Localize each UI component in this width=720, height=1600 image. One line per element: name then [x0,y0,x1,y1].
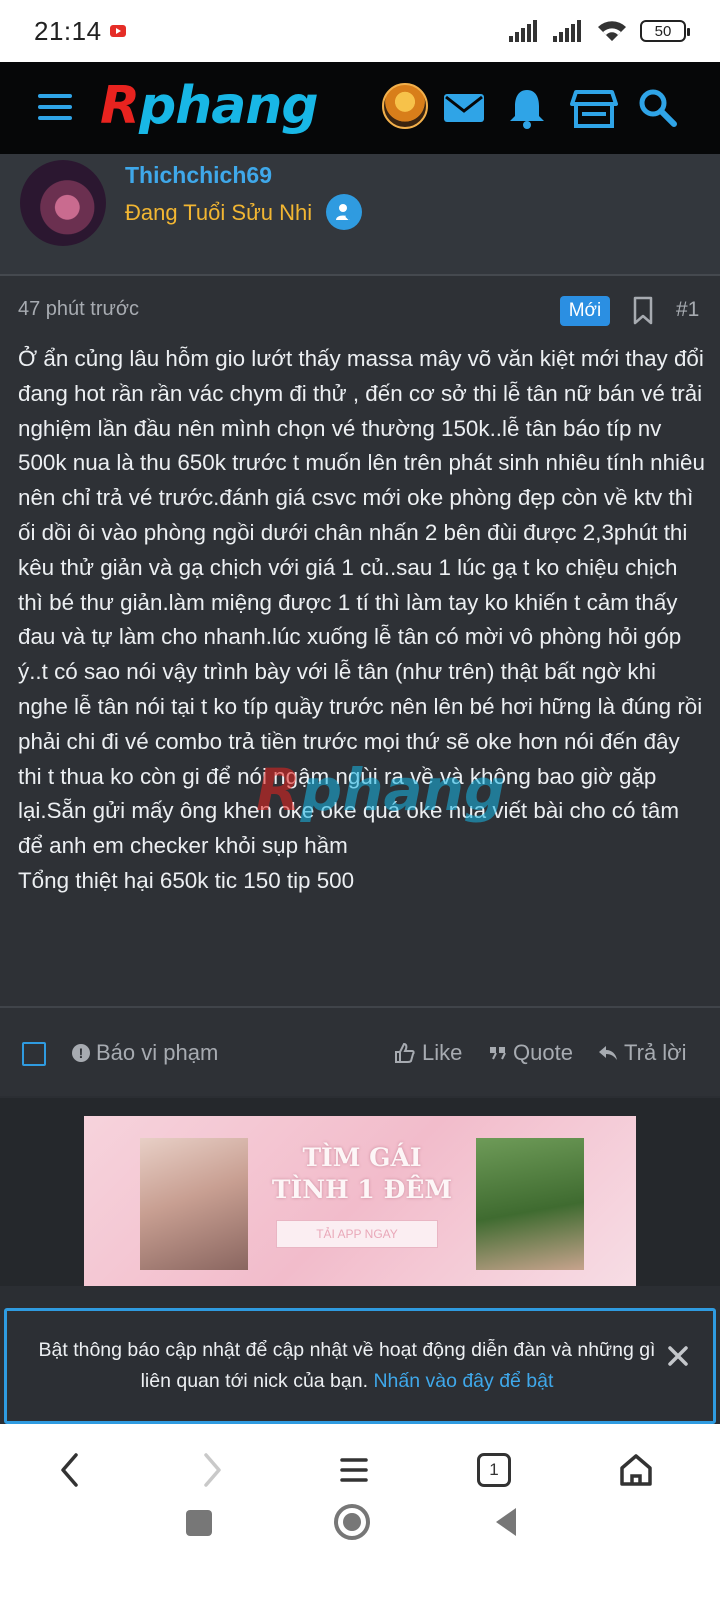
home-dot-icon [343,1513,361,1531]
select-checkbox[interactable] [22,1042,46,1066]
ad-title: TÌM GÁI TÌNH 1 ĐÊM [252,1142,472,1206]
notification-prompt: Bật thông báo cập nhật để cập nhật về ho… [4,1308,716,1424]
system-navigation-bar [0,1504,720,1600]
status-time: 21:14 [34,15,102,46]
like-button[interactable]: Like [394,1040,462,1066]
verified-icon [326,194,362,230]
battery-icon: 50 [640,20,690,42]
home-system-button[interactable] [334,1504,370,1540]
post: 47 phút trước Mới #1 Ở ẩn củng lâu hỗm g… [0,276,720,1096]
author-title: Đang Tuổi Sửu Nhi [125,200,313,225]
quote-label: Quote [513,1040,573,1065]
home-icon [620,1454,652,1486]
mail-icon[interactable] [440,84,488,132]
bell-icon[interactable] [503,84,551,132]
forward-button[interactable] [188,1446,236,1494]
ad-photo [476,1138,584,1270]
watermark-letter: R [256,756,301,824]
author-avatar[interactable] [20,160,106,246]
ad-title-line-2: TÌNH 1 ĐÊM [271,1175,453,1204]
post-number[interactable]: #1 [676,298,699,322]
ad-title-line-1: TÌM GÁI [302,1143,422,1172]
search-icon[interactable] [634,84,682,132]
status-bar: 21:14 50 [0,0,720,62]
thumbs-up-icon [395,1042,415,1063]
list-icon [340,1458,368,1482]
watermark-text: phang [300,756,506,824]
user-avatar[interactable] [382,83,428,129]
tabs-icon: 1 [477,1453,511,1487]
quote-button[interactable]: Quote [489,1040,573,1066]
quote-icon [490,1047,506,1060]
signal-icon-2 [553,20,581,42]
back-triangle-icon[interactable] [492,1506,520,1538]
youtube-notification-icon [109,25,126,37]
post-author-card: Thichchich69 Đang Tuổi Sửu Nhi [0,154,720,276]
post-time[interactable]: 47 phút trước [18,298,139,321]
logo-letter: R [100,76,140,136]
ad-banner[interactable]: TÌM GÁI TÌNH 1 ĐÊM TẢI APP NGAY [84,1116,636,1286]
back-button[interactable] [46,1446,94,1494]
logo-text: phang [139,76,319,136]
post-actions: ! Báo vi phạm Like Quote Trả lời [0,1010,720,1094]
notice-text: Bật thông báo cập nhật để cập nhật về ho… [27,1335,667,1397]
report-label: Báo vi phạm [96,1040,219,1065]
home-button[interactable] [612,1446,660,1494]
browser-toolbar: 1 [0,1424,720,1516]
report-button[interactable]: ! Báo vi phạm [72,1040,218,1066]
bookmark-icon[interactable] [632,296,654,326]
chevron-left-icon [61,1453,78,1487]
chevron-right-icon [204,1453,221,1487]
watermark-logo: Rphang [256,756,505,824]
recents-button[interactable] [186,1510,212,1536]
reply-label: Trả lời [624,1040,687,1065]
close-icon[interactable] [667,1345,689,1367]
divider [0,1006,720,1008]
notice-message: Bật thông báo cập nhật để cập nhật về ho… [38,1339,656,1392]
new-badge: Mới [560,296,610,326]
ad-area: TÌM GÁI TÌNH 1 ĐÊM TẢI APP NGAY [0,1098,720,1286]
tabs-button[interactable]: 1 [470,1446,518,1494]
alert-icon: ! [72,1044,90,1062]
author-username[interactable]: Thichchich69 [125,162,272,189]
reply-icon [599,1046,617,1060]
hamburger-menu-icon[interactable] [38,94,72,120]
site-header: Rphang [0,62,720,154]
site-logo[interactable]: Rphang [100,76,319,136]
ad-photo [140,1138,248,1270]
tab-count: 1 [489,1460,499,1479]
store-icon[interactable] [570,84,618,132]
reply-button[interactable]: Trả lời [598,1040,687,1066]
enable-notifications-link[interactable]: Nhấn vào đây để bật [373,1370,553,1392]
wifi-icon [598,21,626,41]
signal-icon [509,20,537,42]
menu-button[interactable] [330,1446,378,1494]
ad-button[interactable]: TẢI APP NGAY [276,1220,438,1248]
like-label: Like [422,1040,463,1065]
